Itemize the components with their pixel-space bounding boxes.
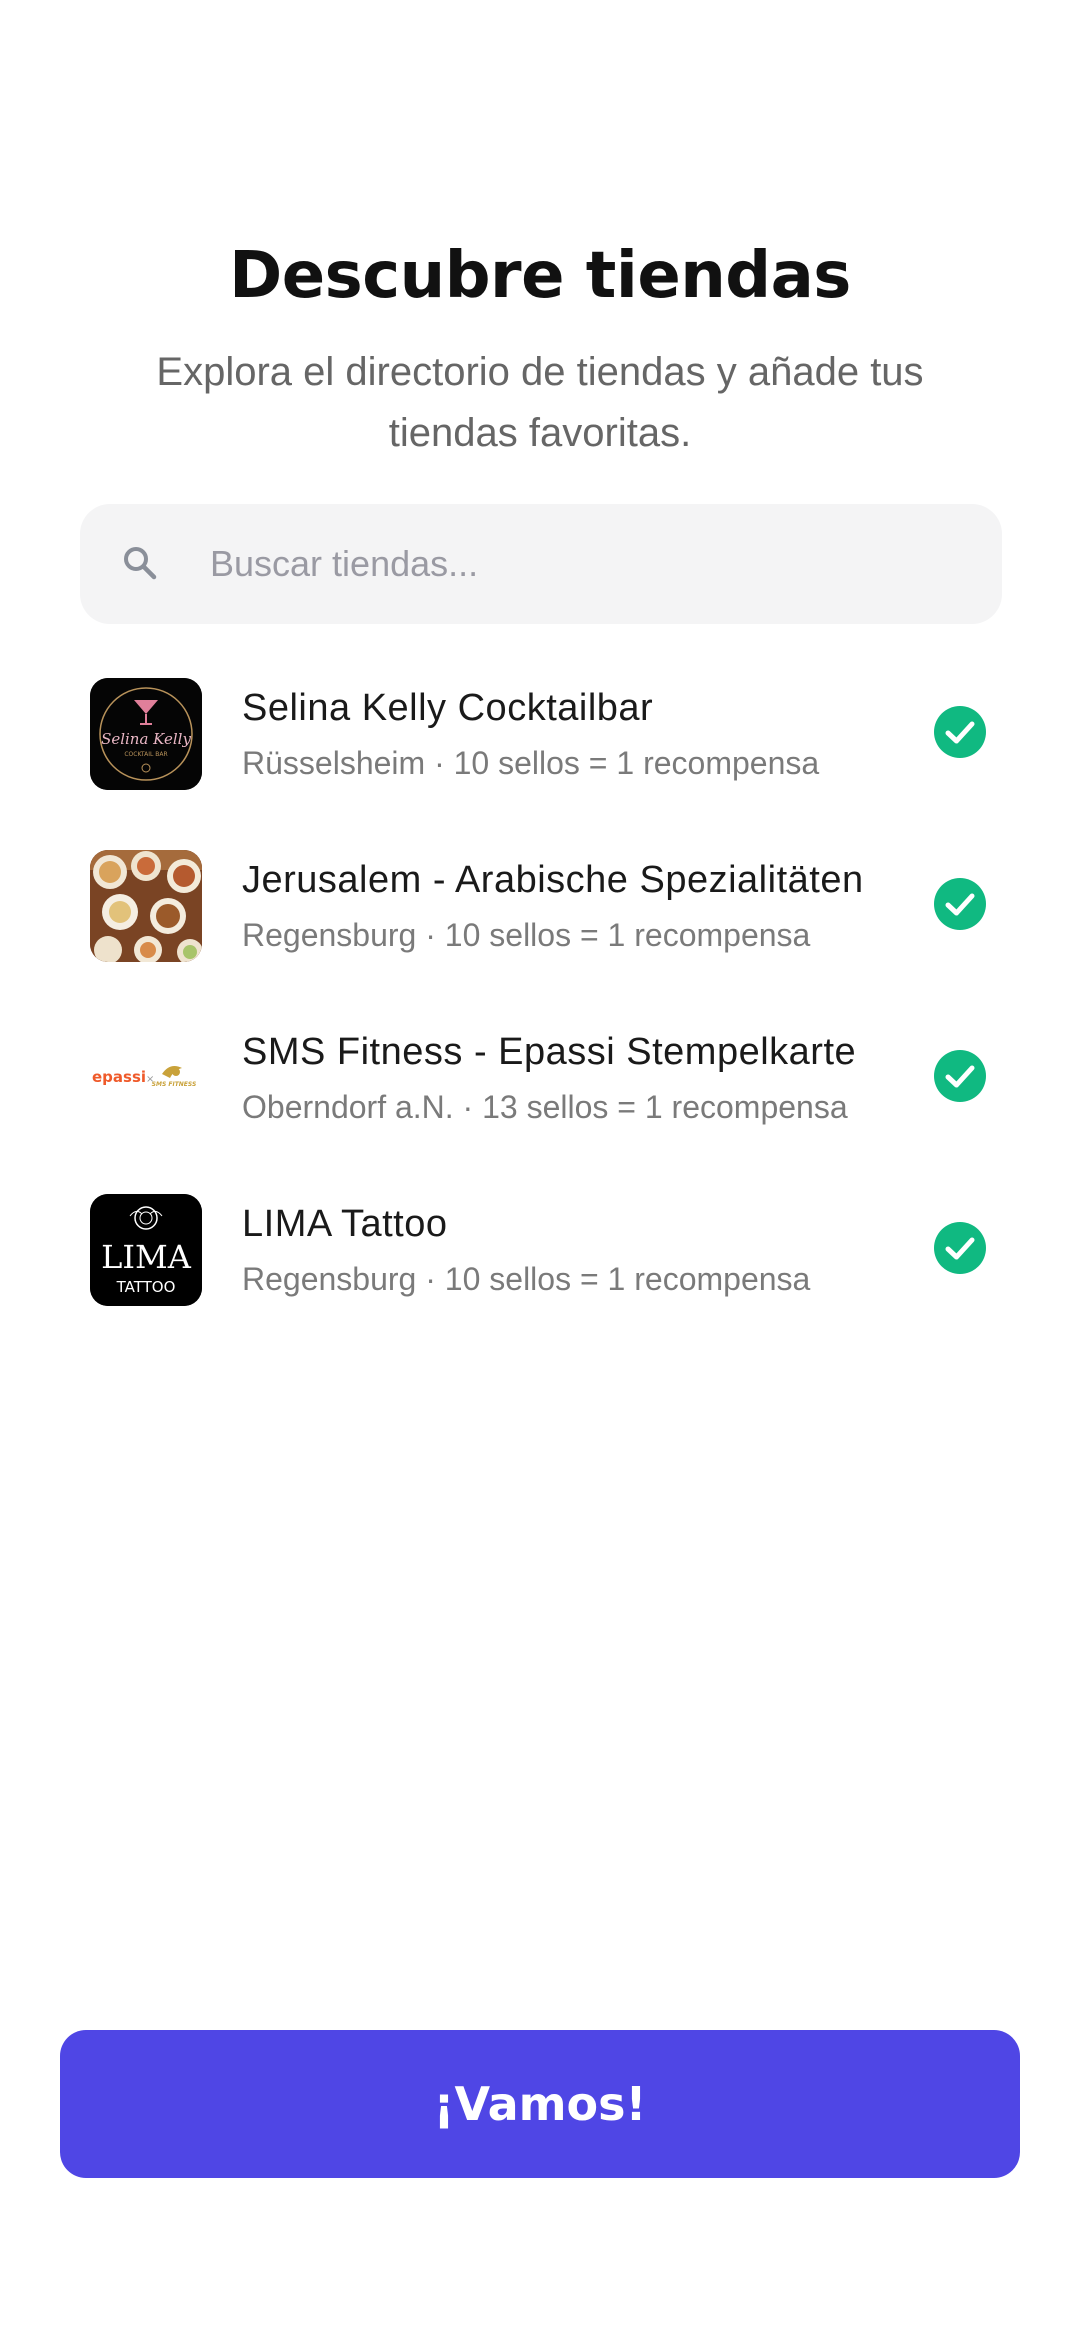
epassi-logo: epassi × SMS FITNESS [90, 1022, 202, 1134]
cocktail-logo: Selina Kelly COCKTAIL BAR [90, 678, 202, 790]
search-input[interactable] [210, 532, 970, 596]
page-title: Descubre tiendas [229, 239, 851, 313]
store-name: Jerusalem - Arabische Spezialitäten [242, 859, 864, 901]
check-circle-icon[interactable] [934, 706, 986, 758]
store-item-selina-kelly[interactable]: Selina Kelly COCKTAIL BAR Selina Kelly C… [80, 662, 1002, 802]
store-item-lima-tattoo[interactable]: LIMA TATTOO LIMA Tattoo Regensburg · 10 … [80, 1178, 1002, 1318]
logo-subtext: TATTOO [116, 1278, 176, 1296]
store-name: Selina Kelly Cocktailbar [242, 687, 654, 729]
store-item-sms-fitness[interactable]: epassi × SMS FITNESS SMS Fitness - Epass… [80, 1006, 1002, 1146]
logo-text: Selina Kelly [101, 730, 191, 748]
store-item-jerusalem[interactable]: Jerusalem - Arabische Spezialitäten Rege… [80, 834, 1002, 974]
store-details: Oberndorf a.N. · 13 sellos = 1 recompens… [242, 1089, 848, 1125]
store-name: LIMA Tattoo [242, 1203, 448, 1245]
logo-subtext: SMS FITNESS [152, 1081, 197, 1088]
continue-button[interactable]: ¡Vamos! [60, 2030, 1020, 2178]
search-icon [124, 547, 157, 580]
store-discovery-screen: Descubre tiendas Explora el directorio d… [0, 0, 1080, 2341]
logo-text: LIMA [101, 1238, 192, 1276]
lima-tattoo-logo: LIMA TATTOO [90, 1194, 202, 1306]
page-subtitle: Explora el directorio de tiendas y añade… [156, 350, 924, 455]
store-name: SMS Fitness - Epassi Stempelkarte [242, 1031, 857, 1073]
check-circle-icon[interactable] [934, 878, 986, 930]
check-circle-icon[interactable] [934, 1222, 986, 1274]
store-details: Regensburg · 10 sellos = 1 recompensa [242, 917, 811, 953]
logo-text: epassi [92, 1068, 146, 1086]
check-circle-icon[interactable] [934, 1050, 986, 1102]
store-details: Regensburg · 10 sellos = 1 recompensa [242, 1261, 811, 1297]
store-details: Rüsselsheim · 10 sellos = 1 recompensa [242, 745, 820, 781]
logo-subtext: COCKTAIL BAR [124, 751, 167, 758]
food-platter-logo [90, 850, 202, 962]
